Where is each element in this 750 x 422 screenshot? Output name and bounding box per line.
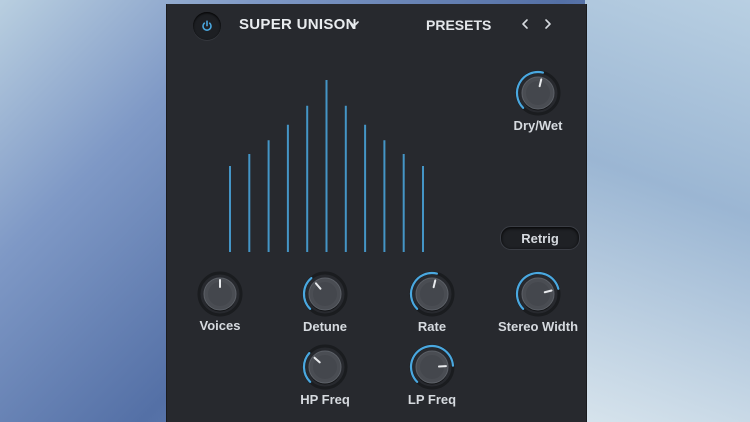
voices-label: Voices xyxy=(199,318,241,333)
dry-wet-knob-dial[interactable] xyxy=(514,69,562,117)
voices-knob[interactable] xyxy=(196,270,244,323)
power-button[interactable] xyxy=(193,12,221,40)
power-icon xyxy=(202,20,212,31)
stereo-width-knob-dial[interactable] xyxy=(514,270,562,318)
detune-label: Detune xyxy=(302,319,348,334)
detune-knob[interactable] xyxy=(301,270,349,323)
detune-knob-dial[interactable] xyxy=(301,270,349,318)
lp-freq-knob-dial[interactable] xyxy=(408,343,456,391)
stereo-width-label: Stereo Width xyxy=(497,319,579,334)
knob-cap-inner xyxy=(526,282,550,306)
chevron-down-icon[interactable] xyxy=(347,18,361,30)
preset-name[interactable]: SUPER UNISON xyxy=(239,16,357,33)
lp-freq-label: LP Freq xyxy=(407,392,457,407)
retrig-button[interactable]: Retrig xyxy=(500,226,580,250)
lp-freq-knob[interactable] xyxy=(408,343,456,396)
dry-wet-label: Dry/Wet xyxy=(513,118,563,133)
background-right xyxy=(585,0,750,422)
hp-freq-label: HP Freq xyxy=(300,392,350,407)
knob-cap-inner xyxy=(526,81,550,105)
hp-freq-knob-dial[interactable] xyxy=(301,343,349,391)
unison-voices-display xyxy=(229,80,424,252)
knob-cap-inner xyxy=(420,282,444,306)
rate-knob[interactable] xyxy=(408,270,456,323)
dry-wet-knob[interactable] xyxy=(514,69,562,122)
chevron-right-icon[interactable] xyxy=(542,17,554,31)
voices-knob-dial[interactable] xyxy=(196,270,244,318)
stereo-width-knob[interactable] xyxy=(514,270,562,323)
presets-button[interactable]: PRESETS xyxy=(426,17,491,33)
rate-knob-dial[interactable] xyxy=(408,270,456,318)
rate-label: Rate xyxy=(417,319,447,334)
hp-freq-knob[interactable] xyxy=(301,343,349,396)
chevron-left-icon[interactable] xyxy=(519,17,531,31)
